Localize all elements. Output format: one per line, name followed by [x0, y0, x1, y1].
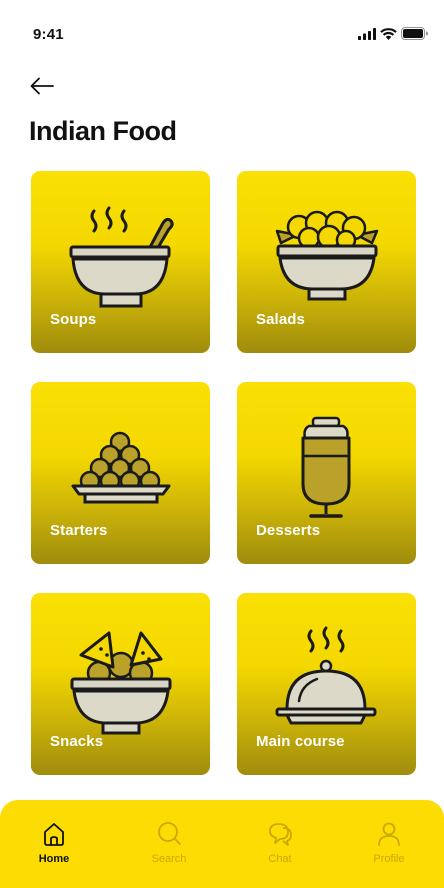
- status-time: 9:41: [33, 26, 64, 43]
- search-icon: [158, 822, 181, 845]
- signal-icon: [358, 27, 376, 40]
- status-bar: 9:41: [0, 0, 444, 60]
- category-label: Salads: [256, 311, 305, 328]
- nav-item-chat[interactable]: Chat: [245, 820, 315, 865]
- nav-item-profile[interactable]: Profile: [354, 820, 424, 865]
- category-label: Snacks: [50, 733, 104, 750]
- arrow-left-icon: [30, 77, 54, 95]
- category-card-desserts[interactable]: Desserts: [237, 382, 416, 564]
- nav-item-home[interactable]: Home: [19, 820, 89, 865]
- chat-icon: [269, 823, 292, 846]
- category-card-main-course[interactable]: Main course: [237, 593, 416, 775]
- nav-label-home: Home: [38, 853, 70, 865]
- back-button[interactable]: [28, 74, 58, 98]
- bottom-nav: Home Search Chat Profile: [0, 800, 444, 888]
- category-label: Desserts: [256, 522, 321, 539]
- category-card-soups[interactable]: Soups: [31, 171, 210, 353]
- battery-icon: [401, 27, 428, 40]
- home-icon: [44, 823, 64, 846]
- category-card-snacks[interactable]: Snacks: [31, 593, 210, 775]
- category-label: Soups: [50, 311, 97, 328]
- nav-label-chat: Chat: [268, 853, 292, 865]
- status-icons: [358, 27, 428, 40]
- category-label: Starters: [50, 522, 108, 539]
- category-label: Main course: [256, 733, 345, 750]
- category-card-starters[interactable]: Starters: [31, 382, 210, 564]
- category-card-salads[interactable]: Salads: [237, 171, 416, 353]
- page-title: Indian Food: [29, 116, 177, 146]
- nav-label-profile: Profile: [373, 853, 405, 865]
- nav-label-search: Search: [151, 853, 187, 865]
- nav-item-search[interactable]: Search: [134, 820, 204, 865]
- wifi-icon: [380, 27, 397, 40]
- profile-icon: [378, 822, 400, 846]
